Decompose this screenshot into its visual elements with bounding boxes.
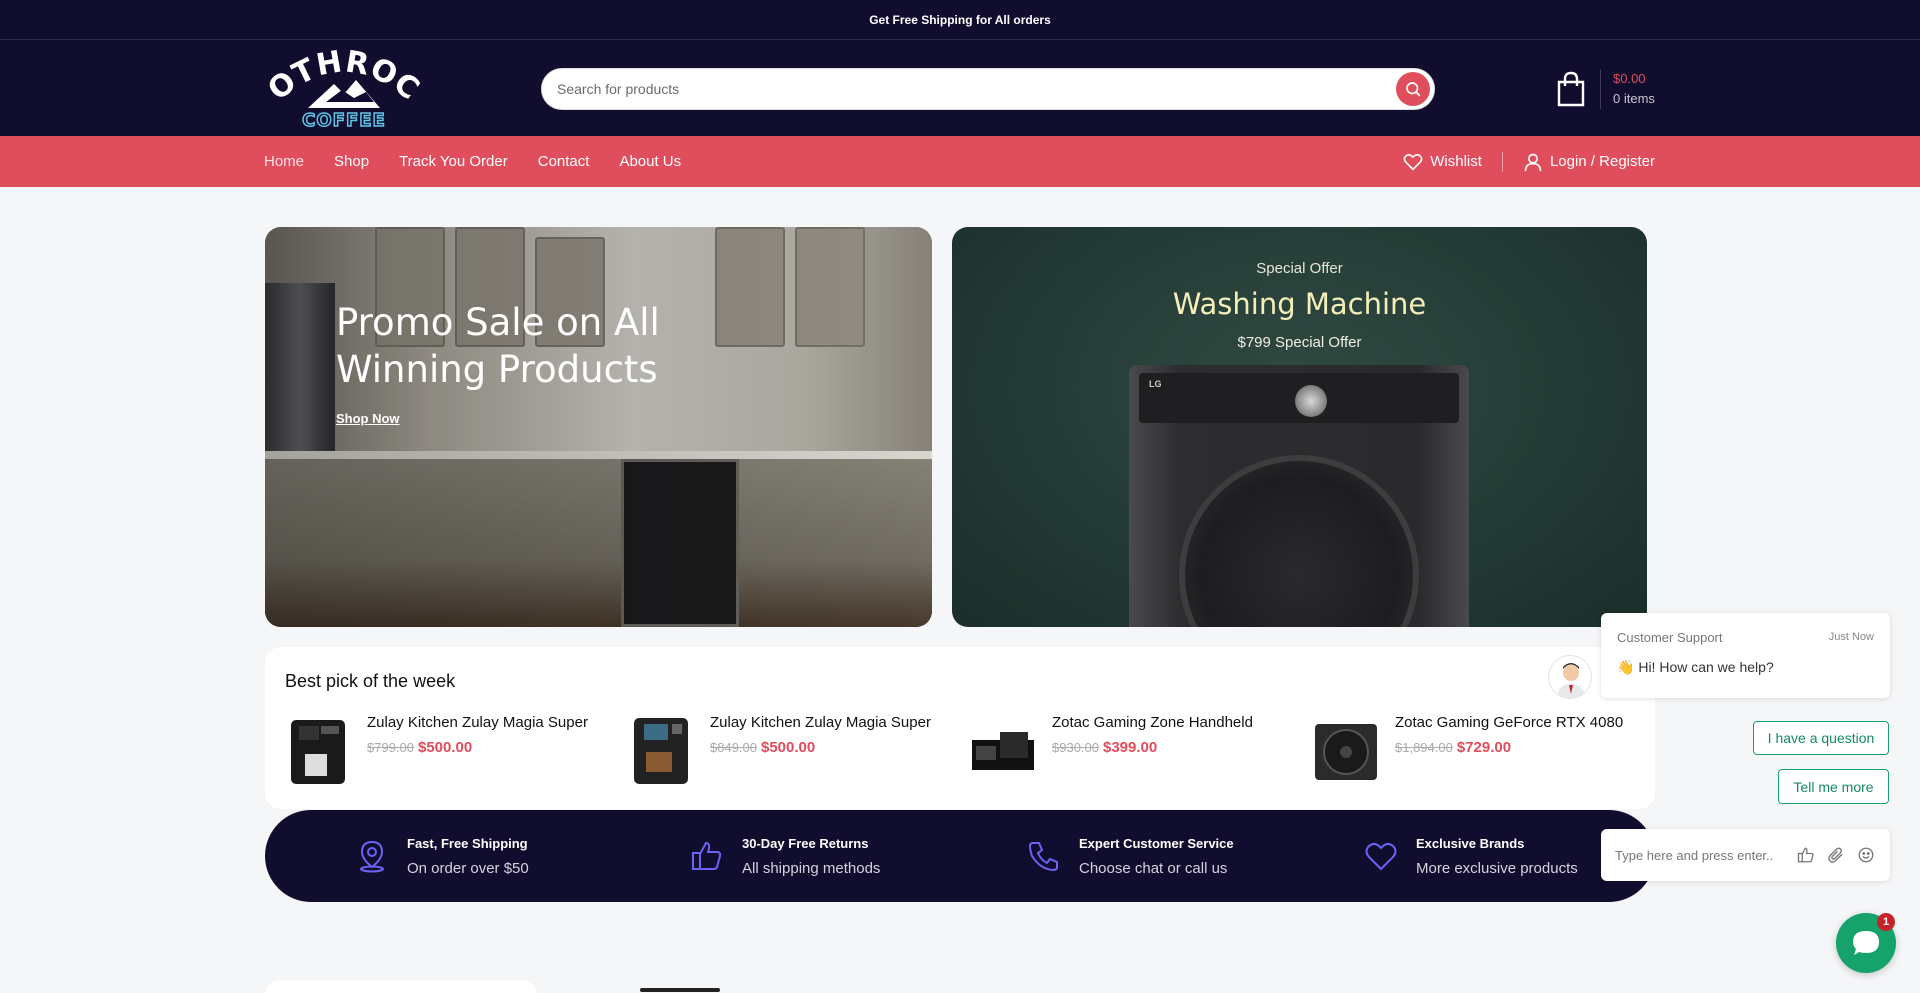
nav-contact[interactable]: Contact: [538, 153, 590, 170]
wave-emoji: 👋: [1617, 659, 1635, 675]
feature-title: Expert Customer Service: [1079, 835, 1234, 851]
product-image: [628, 712, 694, 788]
chat-bubble-icon: [1853, 931, 1879, 955]
chat-message-bubble: Customer Support Just Now 👋 Hi! How can …: [1601, 613, 1890, 698]
cart-divider: [1600, 69, 1601, 109]
product-card[interactable]: Zulay Kitchen Zulay Magia Super $799.00 $…: [285, 712, 588, 792]
nav-shop[interactable]: Shop: [334, 153, 369, 170]
wishlist-label: Wishlist: [1430, 153, 1482, 170]
product-card[interactable]: Zotac Gaming Zone Handheld $930.00 $399.0…: [970, 712, 1253, 792]
chat-option-more-button[interactable]: Tell me more: [1778, 769, 1889, 804]
user-icon: [1524, 153, 1542, 171]
search-icon: [1406, 82, 1421, 97]
product-old-price: $799.00: [367, 740, 414, 755]
features-bar: Fast, Free Shipping On order over $50 30-…: [265, 810, 1655, 902]
chat-message: 👋 Hi! How can we help?: [1617, 659, 1774, 676]
product-old-price: $930.00: [1052, 740, 1099, 755]
shopping-bag-icon: [1557, 71, 1585, 107]
shop-now-link[interactable]: Shop Now: [336, 411, 400, 426]
announcement-bar: Get Free Shipping for All orders: [0, 0, 1920, 40]
main-nav: Home Shop Track You Order Contact About …: [0, 136, 1920, 187]
product-price: $500.00: [418, 739, 473, 756]
support-avatar: [1548, 655, 1592, 699]
washing-machine-image: LG: [1129, 365, 1469, 627]
product-name: Zulay Kitchen Zulay Magia Super: [367, 714, 588, 731]
cart-summary[interactable]: $0.00 0 items: [1556, 64, 1655, 114]
best-pick-title: Best pick of the week: [285, 671, 456, 691]
product-name: Zotac Gaming GeForce RTX 4080: [1395, 714, 1624, 731]
offer-banner[interactable]: Special Offer Washing Machine $799 Speci…: [952, 227, 1647, 627]
site-logo[interactable]: ROTHROCK COFFEE: [252, 19, 426, 132]
feature-item: 30-Day Free Returns All shipping methods: [690, 810, 880, 902]
product-price: $729.00: [1456, 739, 1512, 756]
nav-track-order[interactable]: Track You Order: [399, 153, 508, 170]
next-section-heading: [640, 988, 720, 992]
attachment-icon[interactable]: [1826, 845, 1846, 865]
cart-item-count: 0 items: [1613, 91, 1655, 106]
chat-message-text: Hi! How can we help?: [1638, 659, 1774, 675]
chat-input-box: [1601, 829, 1890, 881]
search-button[interactable]: [1396, 72, 1430, 106]
product-price: $500.00: [761, 739, 816, 756]
product-card[interactable]: Zotac Gaming GeForce RTX 4080 $1,894.00 $…: [1313, 712, 1623, 792]
product-old-price: $849.00: [710, 740, 757, 755]
site-header: ROTHROCK COFFEE $0.00 0 items: [0, 19, 1920, 136]
product-card[interactable]: Zulay Kitchen Zulay Magia Super $849.00 $…: [628, 712, 931, 792]
feature-subtitle: More exclusive products: [1416, 859, 1578, 877]
feature-title: 30-Day Free Returns: [742, 835, 869, 851]
product-image: [970, 712, 1036, 788]
feature-item: Fast, Free Shipping On order over $50: [355, 810, 529, 902]
offer-title: Washing Machine: [1172, 287, 1427, 321]
nav-home[interactable]: Home: [264, 153, 304, 170]
wishlist-link[interactable]: Wishlist: [1403, 153, 1482, 171]
feature-title: Exclusive Brands: [1416, 835, 1525, 851]
heart-icon: [1365, 842, 1397, 871]
feature-subtitle: All shipping methods: [742, 859, 881, 877]
feature-item: Expert Customer Service Choose chat or ca…: [1027, 810, 1234, 902]
chat-option-question-button[interactable]: I have a question: [1753, 721, 1889, 755]
login-register-link[interactable]: Login / Register: [1523, 152, 1655, 172]
promo-banner[interactable]: Promo Sale on All Winning Products Shop …: [265, 227, 932, 627]
feature-subtitle: On order over $50: [407, 859, 529, 877]
chat-time: Just Now: [1828, 631, 1874, 643]
promo-title: Promo Sale on All Winning Products: [336, 301, 660, 391]
search-input[interactable]: [542, 69, 1396, 109]
washer-door: [1179, 455, 1419, 627]
feature-title: Fast, Free Shipping: [407, 835, 528, 851]
feature-subtitle: Choose chat or call us: [1079, 859, 1228, 877]
product-image: [1313, 712, 1379, 788]
product-name: Zotac Gaming Zone Handheld: [1052, 714, 1253, 731]
washer-brand-label: LG: [1149, 379, 1162, 389]
cart-total: $0.00: [1613, 71, 1646, 86]
location-pin-icon: [360, 840, 384, 873]
thumbs-up-icon[interactable]: [1796, 845, 1816, 865]
product-name: Zulay Kitchen Zulay Magia Super: [710, 714, 931, 731]
product-image: [285, 712, 351, 788]
svg-text:COFFEE: COFFEE: [302, 110, 386, 130]
heart-icon: [1403, 153, 1423, 171]
product-old-price: $1,894.00: [1395, 740, 1453, 755]
emoji-icon[interactable]: [1856, 845, 1876, 865]
washer-knob: [1295, 385, 1327, 417]
product-price: $399.00: [1103, 739, 1158, 756]
chat-notification-badge: 1: [1877, 913, 1895, 931]
offer-subtitle: Special Offer: [1256, 260, 1343, 277]
phone-icon: [1028, 842, 1058, 872]
thumbs-up-icon: [692, 841, 722, 870]
chat-header: Customer Support: [1617, 630, 1723, 645]
announcement-text: Get Free Shipping for All orders: [869, 12, 1051, 27]
nav-about-us[interactable]: About Us: [619, 153, 681, 170]
search-bar: [541, 68, 1435, 110]
offer-price: $799 Special Offer: [1237, 334, 1362, 351]
next-section-card: [265, 980, 537, 993]
best-pick-section: Best pick of the week Zulay Kitchen Zula…: [265, 647, 1655, 809]
login-register-label: Login / Register: [1549, 153, 1655, 170]
chat-input[interactable]: [1615, 847, 1796, 863]
nav-divider: [1501, 151, 1503, 172]
feature-item: Exclusive Brands More exclusive products: [1364, 810, 1578, 902]
